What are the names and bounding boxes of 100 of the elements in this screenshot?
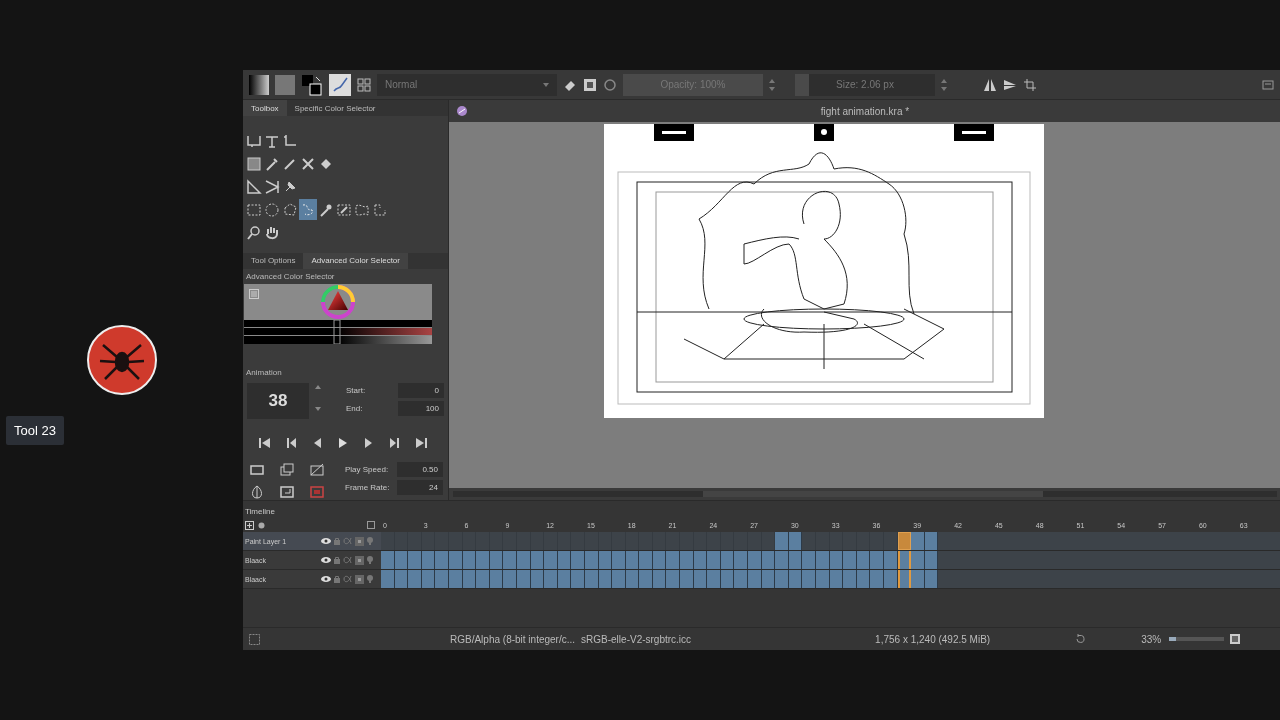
rectangle-icon[interactable] [249, 462, 265, 478]
frame-cell[interactable] [571, 570, 585, 588]
number-field[interactable]: 0.50 [397, 462, 443, 477]
dock-tab[interactable]: Advanced Color Selector [303, 252, 408, 269]
eye-icon[interactable] [321, 556, 331, 564]
pattern-swatch-icon[interactable] [275, 74, 295, 95]
eye-icon[interactable] [321, 575, 331, 583]
frame-cell[interactable] [476, 570, 490, 588]
frame-cell[interactable] [734, 570, 749, 588]
gradient-swatch-icon[interactable] [249, 74, 269, 95]
eyedropper-icon [264, 155, 280, 172]
frame-cell[interactable] [435, 551, 449, 569]
frame-cell[interactable] [639, 551, 653, 569]
add-layer-icon[interactable] [245, 520, 254, 530]
reload-icon[interactable] [603, 77, 617, 92]
frame-cell[interactable] [748, 570, 762, 588]
color-swatch-icon[interactable] [301, 73, 323, 96]
zoom-level: 33% [1141, 633, 1162, 645]
spin-arrows-icon[interactable] [769, 77, 775, 92]
fit-icon[interactable] [367, 521, 375, 529]
mirror-horizontal-icon[interactable] [983, 77, 997, 92]
lock-icon[interactable] [334, 537, 340, 545]
hand-icon [264, 224, 280, 241]
spin-arrows-icon[interactable] [941, 77, 947, 92]
number-field[interactable]: 0 [398, 383, 444, 398]
frame-icon[interactable] [279, 484, 295, 500]
image-size-label: 1,756 x 1,240 (492.5 MiB) [875, 633, 991, 645]
maximize-icon[interactable] [1230, 634, 1241, 644]
frame-cell[interactable] [408, 570, 422, 588]
frame-cell[interactable] [680, 570, 694, 588]
zoom-slider[interactable] [1169, 637, 1225, 641]
frame-cell[interactable] [748, 551, 762, 569]
frame-cell[interactable] [666, 570, 681, 588]
docker-menu-icon[interactable] [1262, 78, 1274, 91]
frame-cell[interactable] [544, 551, 558, 569]
frame-cell[interactable] [802, 551, 816, 569]
list-icon[interactable] [249, 288, 259, 299]
frame-cell[interactable] [476, 551, 490, 569]
freehand-selection-icon [300, 201, 316, 218]
bulb-icon[interactable] [367, 537, 373, 545]
lock-icon[interactable] [334, 575, 340, 583]
tool-button[interactable] [299, 199, 317, 221]
frame-cell[interactable] [775, 532, 789, 550]
bulb-icon[interactable] [367, 575, 373, 583]
field-label: Play Speed: [345, 465, 390, 474]
brush-preset-icon[interactable] [329, 73, 351, 96]
color-sliders-drawing[interactable] [244, 320, 432, 345]
number-field[interactable]: 100 [398, 401, 444, 416]
frame-cell[interactable] [775, 551, 789, 569]
frame-cell[interactable] [381, 570, 395, 588]
alpha-icon[interactable] [343, 556, 352, 564]
last-frame-icon [413, 435, 429, 451]
eye-icon[interactable] [321, 537, 331, 545]
current-frame-field[interactable]: 38 [247, 383, 309, 419]
first-frame-icon [257, 435, 273, 451]
frame-cell[interactable] [870, 551, 884, 569]
frame-cell[interactable] [911, 532, 925, 550]
bulb-icon[interactable] [367, 556, 373, 564]
layers-icon[interactable] [279, 462, 295, 478]
panel-title: Advanced Color Selector [245, 270, 336, 283]
alpha-icon[interactable] [343, 575, 352, 583]
crossed-frame-icon[interactable] [309, 462, 325, 478]
frame-cell[interactable] [707, 570, 721, 588]
dock-tab[interactable]: Toolbox [243, 100, 287, 117]
color-wheel-drawing[interactable] [320, 283, 356, 320]
frame-cell[interactable] [911, 551, 925, 569]
field-label: End: [346, 404, 364, 413]
rotate-icon[interactable] [1075, 634, 1086, 644]
frame-cell[interactable] [639, 570, 653, 588]
frame-cell[interactable] [775, 570, 789, 588]
frame-cell[interactable] [870, 570, 884, 588]
color-profile-label: sRGB-elle-V2-srgbtrc.icc [581, 633, 692, 645]
spin-arrows-icon[interactable] [315, 383, 321, 413]
frame-cell[interactable] [816, 570, 830, 588]
frame-cell[interactable] [435, 570, 449, 588]
frame-cell[interactable] [381, 551, 395, 569]
frame-cell[interactable] [911, 570, 925, 588]
alpha-lock-icon[interactable] [583, 77, 597, 92]
frame-cell[interactable] [816, 551, 830, 569]
grid-icon[interactable] [357, 77, 371, 92]
frame-cell[interactable] [544, 570, 558, 588]
frame-cell[interactable] [612, 551, 626, 569]
mirror-vertical-icon[interactable] [1003, 77, 1017, 92]
frame-cell[interactable] [707, 551, 721, 569]
frame-cell[interactable] [571, 551, 585, 569]
frame-cell[interactable] [843, 570, 857, 588]
alpha-icon[interactable] [343, 537, 352, 545]
frame-cell[interactable] [408, 551, 422, 569]
avatar-icon [87, 325, 157, 395]
frame-cell[interactable] [680, 551, 694, 569]
panel-title: Timeline [244, 506, 276, 518]
frame-cell[interactable] [734, 551, 749, 569]
frame-cell[interactable] [503, 551, 517, 569]
frame-cell[interactable] [503, 570, 517, 588]
lock-icon[interactable] [334, 556, 340, 564]
frame-cell[interactable] [666, 551, 681, 569]
frame-cell[interactable] [802, 570, 816, 588]
frame-cell[interactable] [612, 570, 626, 588]
frame-cell[interactable] [843, 551, 857, 569]
number-field[interactable]: 24 [397, 480, 443, 495]
